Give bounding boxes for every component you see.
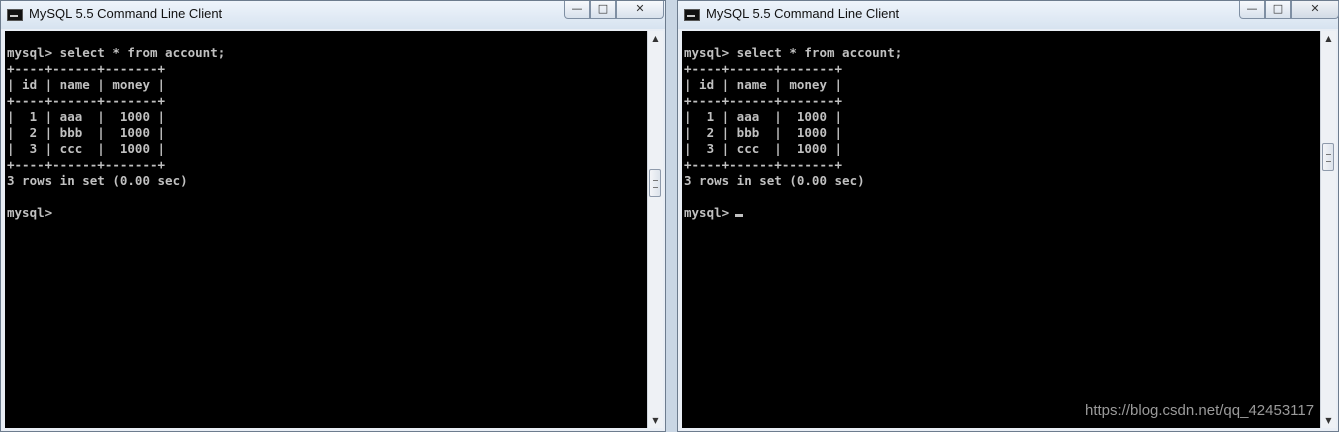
scroll-thumb[interactable] <box>1322 143 1334 171</box>
console-output[interactable]: mysql> select * from account; +----+----… <box>5 31 647 428</box>
window-title: MySQL 5.5 Command Line Client <box>706 6 900 21</box>
desktop-gap <box>666 0 677 432</box>
close-button[interactable]: ✕ <box>1291 1 1339 19</box>
vertical-scrollbar[interactable]: ▲ ▼ <box>647 31 663 428</box>
text-cursor <box>735 214 744 217</box>
scroll-down-arrow-icon[interactable]: ▼ <box>1321 413 1336 428</box>
scroll-down-arrow-icon[interactable]: ▼ <box>648 413 663 428</box>
scroll-thumb[interactable] <box>649 169 661 197</box>
scroll-up-arrow-icon[interactable]: ▲ <box>648 31 663 46</box>
console-icon[interactable] <box>684 9 700 21</box>
vertical-scrollbar[interactable]: ▲ ▼ <box>1320 31 1336 428</box>
window-title: MySQL 5.5 Command Line Client <box>29 6 223 21</box>
watermark-text: https://blog.csdn.net/qq_42453117 <box>1085 402 1315 419</box>
mysql-client-window-right[interactable]: MySQL 5.5 Command Line Client — □ ✕ mysq… <box>677 0 1339 432</box>
close-button[interactable]: ✕ <box>616 1 664 19</box>
minimize-button[interactable]: — <box>1239 1 1265 19</box>
console-text-content: mysql> select * from account; +----+----… <box>684 45 903 220</box>
minimize-button[interactable]: — <box>564 1 590 19</box>
console-text: mysql> select * from account; +----+----… <box>7 45 226 220</box>
console-icon[interactable] <box>7 9 23 21</box>
maximize-button[interactable]: □ <box>590 1 616 19</box>
console-output[interactable]: mysql> select * from account; +----+----… <box>682 31 1320 428</box>
mysql-client-window-left[interactable]: MySQL 5.5 Command Line Client — □ ✕ mysq… <box>0 0 666 432</box>
maximize-button[interactable]: □ <box>1265 1 1291 19</box>
scroll-up-arrow-icon[interactable]: ▲ <box>1321 31 1336 46</box>
console-text: mysql> select * from account; +----+----… <box>682 31 1320 221</box>
